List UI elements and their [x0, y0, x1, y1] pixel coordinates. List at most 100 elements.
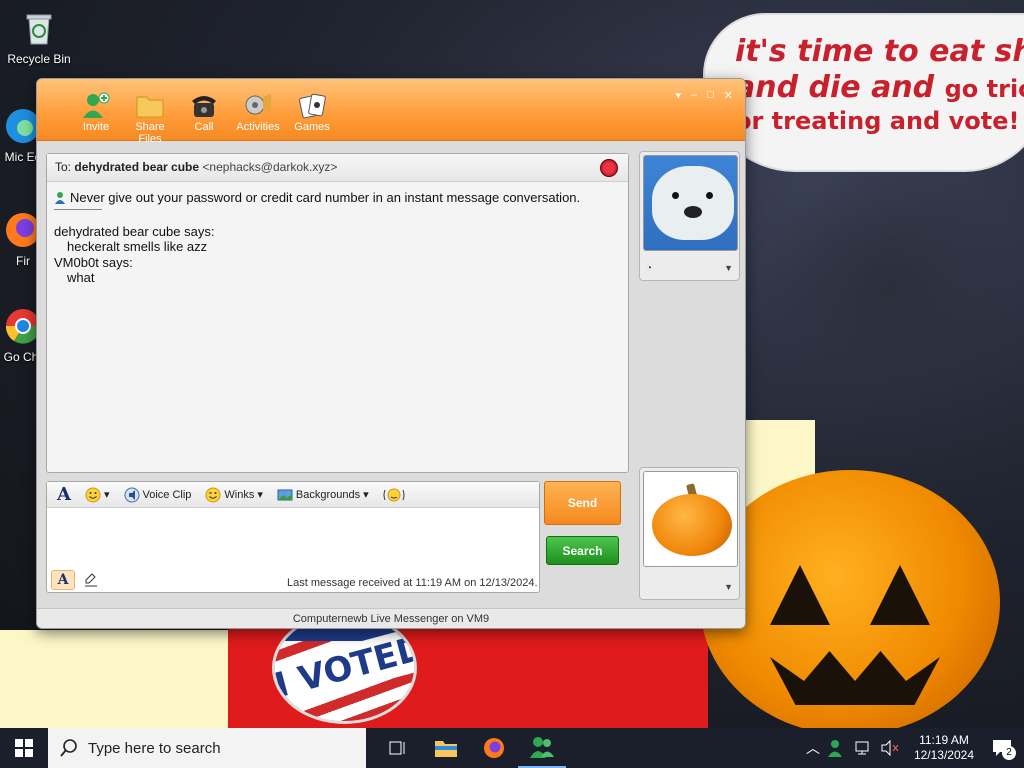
- task-view-button[interactable]: [374, 728, 422, 768]
- handwriting-mode-button[interactable]: [79, 570, 103, 590]
- pumpkin-eye: [770, 565, 830, 625]
- toolbar-label: Share Files: [135, 121, 165, 145]
- toolbar-share-files-button[interactable]: Share Files: [127, 91, 173, 145]
- polar-bear-image: [644, 156, 737, 250]
- start-button[interactable]: [0, 728, 48, 768]
- smiley-icon: [85, 487, 101, 502]
- notification-count: 2: [1002, 746, 1016, 760]
- toolbar-label: Games: [294, 121, 330, 133]
- pumpkin-mouth: [770, 651, 940, 705]
- minimize-button[interactable]: –: [691, 89, 697, 102]
- window-footer: Computernewb Live Messenger on VM9: [37, 608, 745, 628]
- window-controls: ▾ – □ ✕: [675, 89, 733, 102]
- wallpaper-bubble-line: go trick: [944, 75, 1024, 103]
- toolbar-activities-button[interactable]: Activities: [235, 91, 281, 145]
- messenger-icon: [530, 737, 554, 758]
- toolbar-label: Call: [194, 121, 214, 133]
- voice-clip-label: Voice Clip: [142, 488, 192, 501]
- volume-muted-icon[interactable]: [880, 740, 900, 756]
- message-sender: VM0b0t says:: [54, 255, 133, 270]
- contact-name[interactable]: dehydrated bear cube: [74, 160, 199, 174]
- toolbar-label: Activities: [236, 121, 280, 133]
- search-placeholder: Type here to search: [88, 739, 221, 757]
- message-history: Never give out your password or credit c…: [47, 182, 628, 293]
- user-display-picture-frame: ▼: [639, 467, 740, 600]
- messenger-conversation-window: Invite Share Files Call Activities Games…: [36, 78, 746, 629]
- taskbar-firefox[interactable]: [470, 728, 518, 768]
- chevron-up-icon[interactable]: ︿: [806, 738, 820, 758]
- chevron-down-icon[interactable]: ▼: [724, 263, 733, 273]
- block-contact-button[interactable]: [600, 159, 618, 177]
- contact-display-picture-frame: ◔ ▼: [639, 151, 740, 281]
- message-sender: dehydrated bear cube says:: [54, 224, 215, 239]
- toolbar-games-button[interactable]: Games: [289, 91, 335, 145]
- webcam-icon[interactable]: ◔: [646, 263, 652, 274]
- buddy-icon: [55, 192, 65, 204]
- emoticon-button[interactable]: ▾: [85, 487, 110, 503]
- warning-text: Never give out your password or credit c…: [70, 190, 581, 205]
- task-view-icon: [389, 741, 405, 755]
- security-warning: Never give out your password or credit c…: [54, 190, 621, 205]
- wink-icon: [205, 487, 221, 502]
- menu-icon[interactable]: ▾: [675, 89, 681, 102]
- chevron-down-icon: ▾: [103, 489, 110, 501]
- wallpaper-bubble-line: or treating and vote!: [735, 107, 1020, 135]
- text-mode-icon: A: [57, 572, 69, 588]
- user-display-picture[interactable]: [643, 471, 738, 567]
- close-button[interactable]: ✕: [724, 89, 733, 102]
- pen-icon: [85, 573, 97, 587]
- backgrounds-button[interactable]: Backgrounds ▾: [277, 487, 369, 503]
- clock-time: 11:19 AM: [919, 733, 969, 747]
- chevron-down-icon: ▾: [257, 489, 263, 501]
- desktop-icon-recycle-bin[interactable]: Recycle Bin: [4, 8, 74, 66]
- nudge-button[interactable]: [383, 487, 405, 503]
- windows-logo-icon: [15, 739, 33, 757]
- font-button[interactable]: A: [57, 484, 71, 505]
- taskbar-search-box[interactable]: Type here to search: [48, 728, 366, 768]
- pumpkin-image: [644, 472, 737, 566]
- to-bar: To: dehydrated bear cube <nephacks@darko…: [47, 154, 628, 182]
- contact-display-picture[interactable]: [643, 155, 738, 251]
- pumpkin-eye: [870, 565, 930, 625]
- message-compose-input[interactable]: [47, 508, 539, 568]
- folder-icon: [136, 96, 164, 118]
- taskbar-clock[interactable]: 11:19 AM 12/13/2024: [908, 733, 980, 763]
- wallpaper-bubble-line: it's time to eat shit: [735, 34, 1024, 69]
- file-explorer-icon: [435, 741, 457, 757]
- wallpaper-shape: [0, 630, 230, 728]
- message-text: heckeralt smells like azz: [67, 239, 208, 254]
- action-center-button[interactable]: 2: [988, 734, 1016, 762]
- voice-clip-button[interactable]: Voice Clip: [124, 487, 192, 503]
- chevron-down-icon: ▾: [363, 489, 369, 501]
- desktop-icon-label: Fir: [16, 254, 30, 268]
- system-tray: ︿ 11:19 AM 12/13/2024 2: [806, 728, 1024, 768]
- games-icon: [298, 93, 326, 119]
- phone-icon: [192, 96, 216, 117]
- last-message-status: Last message received at 11:19 AM on 12/…: [287, 577, 538, 589]
- toolbar-invite-button[interactable]: Invite: [73, 91, 119, 145]
- divider: [54, 209, 102, 210]
- contact-email: <nephacks@darkok.xyz>: [202, 160, 338, 174]
- search-button[interactable]: Search: [546, 536, 619, 565]
- voice-clip-icon: [124, 487, 139, 502]
- messenger-tray-icon[interactable]: [827, 739, 846, 757]
- network-icon[interactable]: [854, 740, 872, 756]
- formatting-toolbar: A ▾ Voice Clip Winks ▾ Backgrounds ▾: [47, 482, 539, 508]
- clock-date: 12/13/2024: [913, 748, 974, 762]
- taskbar-file-explorer[interactable]: [422, 728, 470, 768]
- conversation-history-panel: To: dehydrated bear cube <nephacks@darko…: [46, 153, 629, 473]
- message-text: what: [67, 270, 95, 285]
- activities-icon: [245, 94, 271, 115]
- window-titlebar[interactable]: Invite Share Files Call Activities Games…: [37, 79, 745, 145]
- toolbar-call-button[interactable]: Call: [181, 91, 227, 145]
- winks-label: Winks: [224, 488, 255, 501]
- invite-icon: [83, 92, 110, 118]
- taskbar-messenger[interactable]: [518, 728, 566, 768]
- chevron-down-icon[interactable]: ▼: [724, 582, 733, 592]
- firefox-icon: [484, 738, 504, 758]
- maximize-button[interactable]: □: [707, 89, 714, 102]
- winks-button[interactable]: Winks ▾: [205, 487, 263, 503]
- send-button[interactable]: Send: [544, 481, 621, 525]
- text-mode-button[interactable]: A: [51, 570, 75, 590]
- display-picture-controls: ◔ ▼: [646, 260, 733, 276]
